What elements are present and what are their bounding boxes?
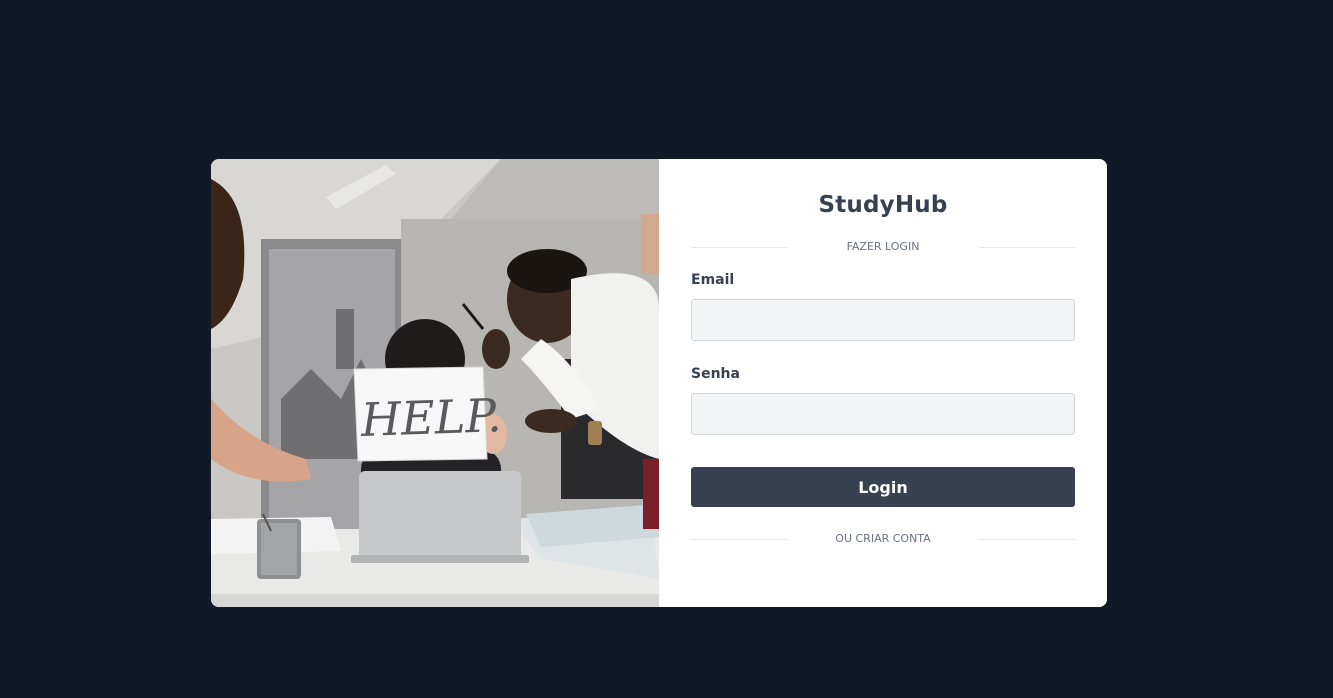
divider-line-right bbox=[979, 539, 1075, 540]
hero-photo: HELP. bbox=[211, 159, 659, 607]
hero-illustration: HELP. bbox=[211, 159, 659, 607]
sign-text: HELP. bbox=[359, 388, 502, 447]
divider-line-right bbox=[979, 247, 1075, 248]
email-field[interactable] bbox=[691, 299, 1075, 341]
password-label: Senha bbox=[691, 366, 740, 382]
login-card: HELP. StudyHub FAZER LOGIN Email Senha L… bbox=[211, 159, 1107, 607]
login-button[interactable]: Login bbox=[691, 467, 1075, 507]
app-title: StudyHub bbox=[818, 192, 948, 218]
password-field[interactable] bbox=[691, 393, 1075, 435]
create-account-divider[interactable]: OU CRIAR CONTA bbox=[691, 532, 1075, 546]
login-panel: StudyHub FAZER LOGIN Email Senha Login O… bbox=[659, 159, 1107, 607]
login-divider: FAZER LOGIN bbox=[691, 240, 1075, 254]
email-label: Email bbox=[691, 272, 735, 288]
